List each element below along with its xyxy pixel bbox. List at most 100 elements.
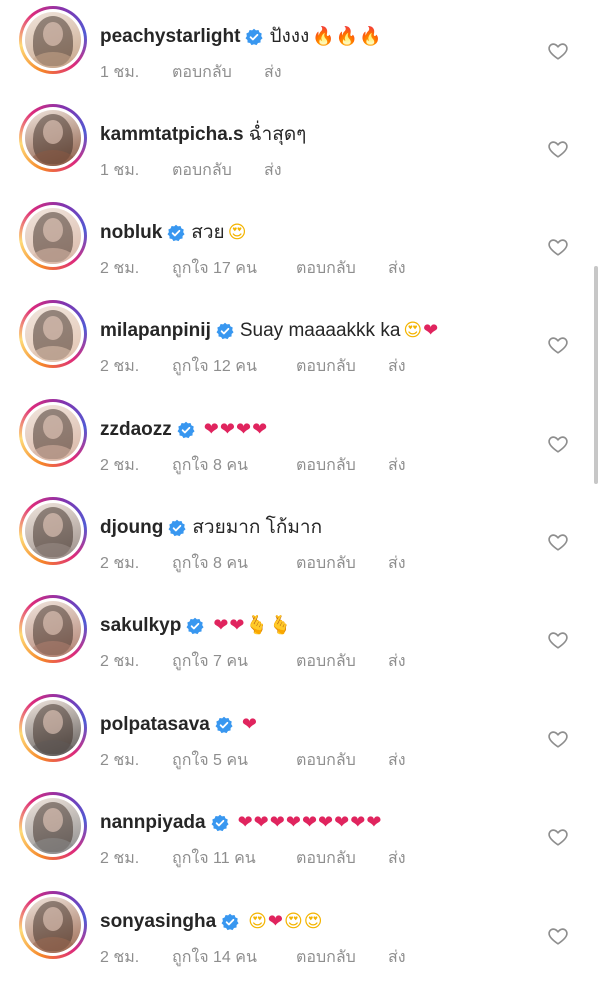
avatar[interactable] <box>19 399 87 467</box>
avatar-face-shape <box>43 218 63 242</box>
reply-button[interactable]: ตอบกลับ <box>296 750 388 772</box>
comment-likes-count[interactable]: ถูกใจ 11 คน <box>172 848 296 870</box>
emoji-glyph: 😍 <box>284 911 304 932</box>
comment-timestamp: 2 ชม. <box>100 752 140 769</box>
emoji-glyph: ❤ <box>203 419 220 440</box>
scrollbar[interactable] <box>594 266 598 484</box>
comment-body: kammtatpicha.s ฉ่ำสุดๆ <box>100 120 306 150</box>
send-button[interactable]: ส่ง <box>388 553 428 575</box>
comment-text: ปังงง <box>269 26 310 47</box>
comment-emojis: ❤❤❤❤ <box>204 415 268 445</box>
emoji-glyph: ❤ <box>241 714 258 735</box>
comment-likes-count[interactable]: ถูกใจ 7 คน <box>172 651 296 673</box>
comment-body: zzdaozz ❤❤❤❤ <box>100 415 268 445</box>
username-link[interactable]: sakulkyp <box>100 611 181 641</box>
reply-button[interactable]: ตอบกลับ <box>296 947 388 969</box>
reply-button[interactable]: ตอบกลับ <box>296 553 388 575</box>
emoji-glyph: ❤ <box>235 419 253 440</box>
comment-likes-count[interactable]: ถูกใจ 14 คน <box>172 947 296 969</box>
reply-button[interactable]: ตอบกลับ <box>296 651 388 673</box>
send-button[interactable]: ส่ง <box>388 258 428 280</box>
emoji-glyph: ❤ <box>253 812 270 833</box>
comment-emojis: ❤ <box>242 710 258 740</box>
send-button[interactable]: ส่ง <box>388 651 428 673</box>
emoji-glyph: ❤ <box>252 419 269 440</box>
username-link[interactable]: djoung <box>100 513 163 543</box>
comment-likes-count[interactable]: ถูกใจ 5 คน <box>172 750 296 772</box>
comment-likes-count[interactable]: ถูกใจ 17 คน <box>172 258 296 280</box>
comment-likes-count[interactable]: ถูกใจ 12 คน <box>172 356 296 378</box>
send-button[interactable]: ส่ง <box>388 356 428 378</box>
reply-button[interactable]: ตอบกลับ <box>296 356 388 378</box>
avatar-face-shape <box>43 611 63 635</box>
like-heart-icon[interactable] <box>547 531 569 553</box>
like-heart-icon[interactable] <box>547 925 569 947</box>
send-button[interactable]: ส่ง <box>388 750 428 772</box>
comment-timestamp: 1 ชม. <box>100 162 140 179</box>
comment-likes-count[interactable]: ถูกใจ 8 คน <box>172 553 296 575</box>
like-heart-icon[interactable] <box>547 728 569 750</box>
avatar[interactable] <box>19 202 87 270</box>
avatar[interactable] <box>19 497 87 565</box>
send-button[interactable]: ส่ง <box>264 160 304 182</box>
username-link[interactable]: nobluk <box>100 218 162 248</box>
username-link[interactable]: nannpiyada <box>100 808 206 838</box>
avatar[interactable] <box>19 300 87 368</box>
like-heart-icon[interactable] <box>547 826 569 848</box>
avatar[interactable] <box>19 694 87 762</box>
reply-button[interactable]: ตอบกลับ <box>296 258 388 280</box>
comment-body: peachystarlight ปังงง 🔥🔥🔥 <box>100 22 383 52</box>
emoji-glyph: 🔥 <box>335 26 360 47</box>
avatar[interactable] <box>19 595 87 663</box>
comment-meta: 1 ชม. ตอบกลับ ส่ง <box>100 160 304 182</box>
emoji-glyph: 😍 <box>403 320 424 341</box>
comment-timestamp: 2 ชม. <box>100 850 140 867</box>
send-button[interactable]: ส่ง <box>264 62 304 84</box>
verified-badge-icon <box>245 28 263 46</box>
comment-meta: 2 ชม. ถูกใจ 11 คน ตอบกลับ ส่ง <box>100 848 428 870</box>
comment-item: sonyasingha 😍❤😍😍 2 ชม. ถูกใจ 14 คน ตอบกลับ ส่… <box>0 891 600 991</box>
emoji-glyph: 😍 <box>248 911 268 932</box>
avatar[interactable] <box>19 891 87 959</box>
like-heart-icon[interactable] <box>547 138 569 160</box>
username-link[interactable]: polpatasava <box>100 710 210 740</box>
comment-text: สวยมาก โก้มาก <box>192 517 323 538</box>
username-link[interactable]: kammtatpicha.s <box>100 120 244 150</box>
username-link[interactable]: zzdaozz <box>100 415 172 445</box>
comment-body: milapanpinij Suay maaaakkk ka 😍❤ <box>100 316 439 346</box>
avatar-photo <box>25 405 81 461</box>
comment-likes-count[interactable]: ถูกใจ 8 คน <box>172 455 296 477</box>
avatar-border <box>22 697 84 759</box>
avatar-border <box>22 107 84 169</box>
comment-body: sakulkyp ❤❤🫰🫰 <box>100 611 292 641</box>
comment-item: zzdaozz ❤❤❤❤ 2 ชม. ถูกใจ 8 คน ตอบกลับ ส่ง <box>0 399 600 499</box>
send-button[interactable]: ส่ง <box>388 455 428 477</box>
username-link[interactable]: sonyasingha <box>100 907 216 937</box>
reply-button[interactable]: ตอบกลับ <box>172 160 264 182</box>
emoji-glyph: ❤ <box>285 812 302 833</box>
like-heart-icon[interactable] <box>547 236 569 258</box>
comment-meta: 1 ชม. ตอบกลับ ส่ง <box>100 62 304 84</box>
avatar-border <box>22 402 84 464</box>
comment-emojis: 😍 <box>228 218 248 248</box>
username-link[interactable]: peachystarlight <box>100 22 240 52</box>
emoji-glyph: ❤ <box>350 812 367 833</box>
like-heart-icon[interactable] <box>547 40 569 62</box>
avatar[interactable] <box>19 792 87 860</box>
verified-badge-icon <box>221 913 239 931</box>
like-heart-icon[interactable] <box>547 433 569 455</box>
reply-button[interactable]: ตอบกลับ <box>296 848 388 870</box>
emoji-glyph: 😍 <box>227 222 248 243</box>
username-link[interactable]: milapanpinij <box>100 316 211 346</box>
like-heart-icon[interactable] <box>547 334 569 356</box>
avatar[interactable] <box>19 104 87 172</box>
reply-button[interactable]: ตอบกลับ <box>172 62 264 84</box>
avatar-face-shape <box>43 415 63 439</box>
reply-button[interactable]: ตอบกลับ <box>296 455 388 477</box>
send-button[interactable]: ส่ง <box>388 848 428 870</box>
avatar-border <box>22 894 84 956</box>
like-heart-icon[interactable] <box>547 629 569 651</box>
send-button[interactable]: ส่ง <box>388 947 428 969</box>
comment-emojis: ❤❤🫰🫰 <box>213 611 292 641</box>
avatar[interactable] <box>19 6 87 74</box>
